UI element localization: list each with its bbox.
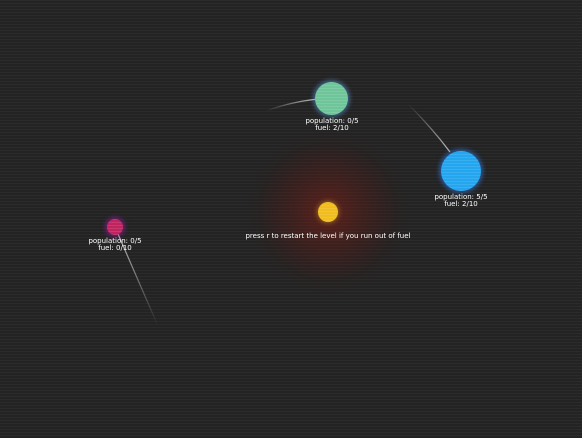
game-canvas[interactable]: population: 0/5 fuel: 2/10 population: 5… xyxy=(0,0,582,438)
planet-blue-stats: population: 5/5 fuel: 2/10 xyxy=(416,194,506,208)
planet-pink[interactable] xyxy=(107,219,123,235)
planet-pink-fuel: fuel: 0/10 xyxy=(98,244,132,252)
planet-green-fuel: fuel: 2/10 xyxy=(315,124,349,132)
sun xyxy=(318,202,338,222)
planet-green[interactable] xyxy=(315,82,348,115)
trail-green-planet xyxy=(265,98,319,112)
planet-green-stats: population: 0/5 fuel: 2/10 xyxy=(287,118,377,132)
trail-blue-planet xyxy=(407,103,451,153)
planet-blue[interactable] xyxy=(441,151,481,191)
planet-pink-stats: population: 0/5 fuel: 0/10 xyxy=(70,238,160,252)
planet-blue-fuel: fuel: 2/10 xyxy=(444,200,478,208)
restart-hint: press r to restart the level if you run … xyxy=(245,232,411,240)
